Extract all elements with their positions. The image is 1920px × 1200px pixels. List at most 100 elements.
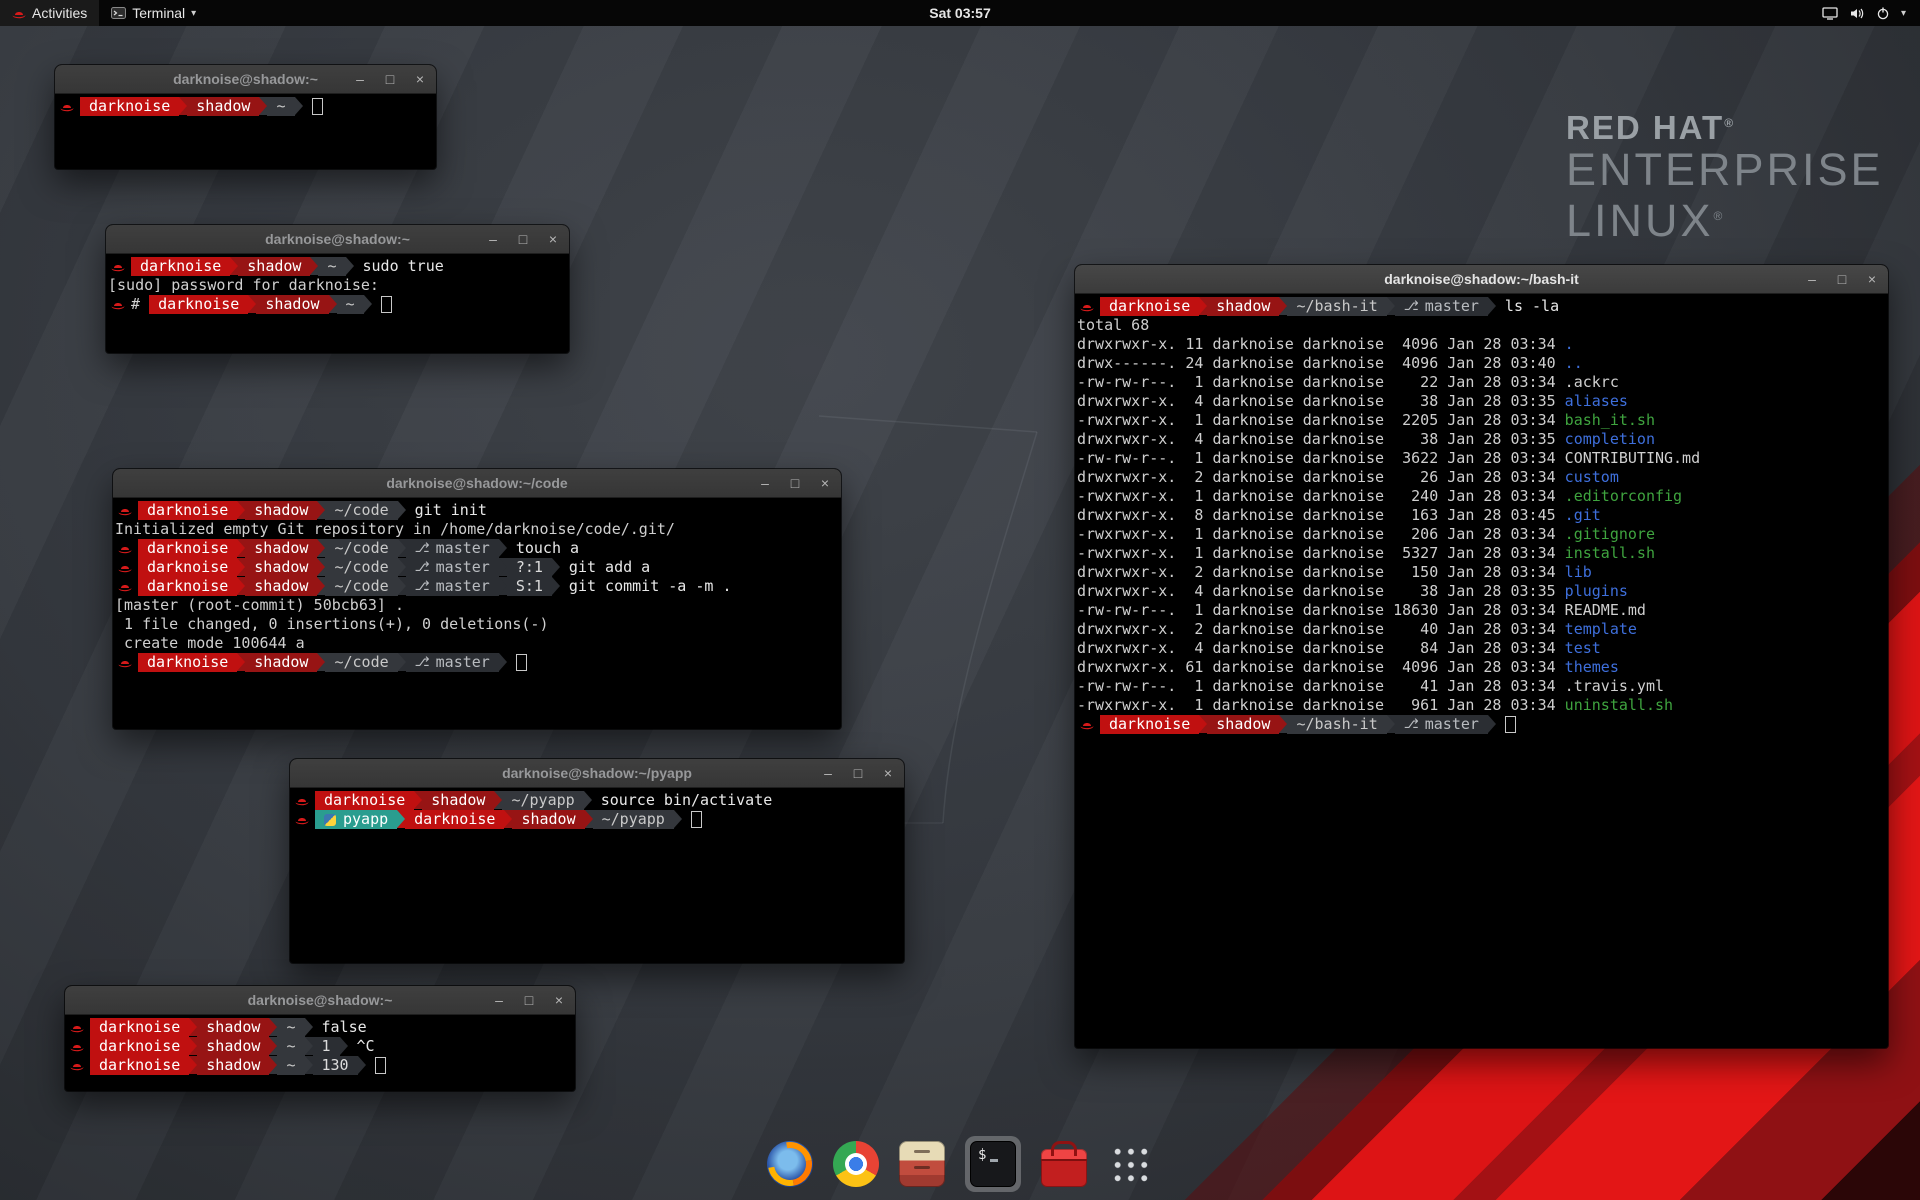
redhat-icon <box>115 501 138 520</box>
terminal-text: create mode 100644 a <box>115 634 305 653</box>
window-title: darknoise@shadow:~ <box>265 231 410 247</box>
window-titlebar[interactable]: darknoise@shadow:~–□× <box>55 65 436 94</box>
powerline-separator-icon <box>552 577 560 595</box>
terminal-cursor <box>516 654 527 671</box>
prompt-user-segment: darknoise <box>80 97 179 116</box>
terminal-body[interactable]: darknoiseshadow~/codegit initInitialized… <box>113 498 841 675</box>
brand-redhat: RED HAT® <box>1566 104 1884 147</box>
window-titlebar[interactable]: darknoise@shadow:~–□× <box>65 986 575 1015</box>
window-titlebar[interactable]: darknoise@shadow:~/code–□× <box>113 469 841 498</box>
prompt-host-segment: shadow <box>197 1037 269 1056</box>
powerline-separator-icon <box>259 97 267 115</box>
minimize-button[interactable]: – <box>353 72 367 86</box>
terminal-app-tile[interactable]: $ <box>965 1136 1021 1192</box>
close-button[interactable]: × <box>818 476 832 490</box>
toolbox-icon[interactable] <box>1041 1149 1087 1187</box>
executable-name: install.sh <box>1565 544 1655 563</box>
window-controls: – □ × <box>1805 265 1879 293</box>
terminal-body[interactable]: darknoiseshadow~sudo true[sudo] password… <box>106 254 569 317</box>
git-branch-icon: ⎇ <box>415 558 430 577</box>
powerline-separator-icon <box>317 558 325 576</box>
terminal-text: drwxrwxr-x. 4 darknoise darknoise 38 Jan… <box>1077 582 1565 601</box>
terminal-cursor <box>375 1057 386 1074</box>
close-button[interactable]: × <box>552 993 566 1007</box>
prompt-user-segment: darknoise <box>149 295 248 314</box>
window-titlebar[interactable]: darknoise@shadow:~/bash-it–□× <box>1075 265 1888 294</box>
powerline-separator-icon <box>305 1056 313 1074</box>
close-button[interactable]: × <box>546 232 560 246</box>
terminal-body[interactable]: darknoiseshadow~/bash-it⎇masterls -latot… <box>1075 294 1888 737</box>
system-status-area[interactable]: ▾ <box>1808 0 1920 26</box>
terminal-text: drwxrwxr-x. 2 darknoise darknoise 26 Jan… <box>1077 468 1565 487</box>
directory-name: .git <box>1565 506 1601 525</box>
maximize-button[interactable]: □ <box>1835 272 1849 286</box>
app-grid-icon[interactable] <box>1110 1144 1150 1184</box>
terminal-line: darknoiseshadow~ <box>57 97 434 116</box>
prompt-status-segment: 130 <box>313 1056 358 1075</box>
maximize-button[interactable]: □ <box>851 766 865 780</box>
powerline-separator-icon <box>364 295 372 313</box>
terminal-line: -rwxrwxr-x. 1 darknoise darknoise 5327 J… <box>1077 544 1886 563</box>
terminal-window-home-1[interactable]: darknoise@shadow:~–□×darknoiseshadow~ <box>55 65 436 169</box>
terminal-body[interactable]: darknoiseshadow~falsedarknoiseshadow~1^C… <box>65 1015 575 1078</box>
maximize-button[interactable]: □ <box>522 993 536 1007</box>
terminal-window-home-exit[interactable]: darknoise@shadow:~–□×darknoiseshadow~fal… <box>65 986 575 1091</box>
terminal-line: # darknoiseshadow~ <box>108 295 567 314</box>
terminal-body[interactable]: darknoiseshadow~ <box>55 94 436 119</box>
activities-button[interactable]: Activities <box>0 0 99 26</box>
maximize-button[interactable]: □ <box>516 232 530 246</box>
maximize-button[interactable]: □ <box>383 72 397 86</box>
powerline-separator-icon <box>397 810 405 828</box>
directory-name: lib <box>1565 563 1592 582</box>
powerline-separator-icon <box>317 501 325 519</box>
prompt-host-segment: shadow <box>197 1056 269 1075</box>
close-button[interactable]: × <box>1865 272 1879 286</box>
terminal-window-home-sudo[interactable]: darknoise@shadow:~ – □ × darknoiseshadow~sud… <box>106 225 569 353</box>
terminal-line: pyappdarknoiseshadow~/pyapp <box>292 810 902 829</box>
minimize-button[interactable]: – <box>492 993 506 1007</box>
prompt-host-segment: shadow <box>245 501 317 520</box>
terminal-text: total 68 <box>1077 316 1149 335</box>
app-menu[interactable]: Terminal ▾ <box>99 0 208 26</box>
git-branch-icon: ⎇ <box>415 653 430 672</box>
terminal-line: -rw-rw-r--. 1 darknoise darknoise 18630 … <box>1077 601 1886 620</box>
powerline-separator-icon <box>398 577 406 595</box>
maximize-button[interactable]: □ <box>788 476 802 490</box>
minimize-button[interactable]: – <box>758 476 772 490</box>
close-button[interactable]: × <box>413 72 427 86</box>
terminal-window-code[interactable]: darknoise@shadow:~/code–□×darknoiseshado… <box>113 469 841 729</box>
caret-down-icon: ▾ <box>191 8 196 19</box>
minimize-button[interactable]: – <box>486 232 500 246</box>
prompt-user-segment: darknoise <box>138 653 237 672</box>
minimize-button[interactable]: – <box>1805 272 1819 286</box>
terminal-text: drwx------. 24 darknoise darknoise 4096 … <box>1077 354 1565 373</box>
terminal-body[interactable]: darknoiseshadow~/pyappsource bin/activat… <box>290 788 904 832</box>
prompt-path-segment: ~/pyapp <box>593 810 674 829</box>
terminal-text: # <box>131 295 149 314</box>
redhat-icon <box>57 97 80 116</box>
minimize-button[interactable]: – <box>821 766 835 780</box>
terminal-line: total 68 <box>1077 316 1886 335</box>
terminal-line: darknoiseshadow~/code⎇master?:1git add a <box>115 558 839 577</box>
file-manager-icon[interactable] <box>899 1141 945 1187</box>
prompt-host-segment: shadow <box>245 653 317 672</box>
terminal-text: drwxrwxr-x. 8 darknoise darknoise 163 Ja… <box>1077 506 1565 525</box>
window-controls: – □ × <box>492 986 566 1014</box>
terminal-app-icon <box>111 7 126 19</box>
terminal-line: darknoiseshadow~/pyappsource bin/activat… <box>292 791 902 810</box>
firefox-icon[interactable] <box>767 1141 813 1187</box>
close-button[interactable]: × <box>881 766 895 780</box>
prompt-user-segment: darknoise <box>90 1056 189 1075</box>
chrome-icon[interactable] <box>833 1141 879 1187</box>
powerline-separator-icon <box>1387 715 1395 733</box>
terminal-window-pyapp[interactable]: darknoise@shadow:~/pyapp–□×darknoiseshad… <box>290 759 904 963</box>
python-icon <box>324 814 336 826</box>
terminal-text: drwxrwxr-x. 4 darknoise darknoise 38 Jan… <box>1077 392 1565 411</box>
powerline-separator-icon <box>237 501 245 519</box>
terminal-window-bash-it[interactable]: darknoise@shadow:~/bash-it–□×darknoisesh… <box>1075 265 1888 1048</box>
window-titlebar[interactable]: darknoise@shadow:~/pyapp–□× <box>290 759 904 788</box>
command-text: git add a <box>560 558 650 577</box>
terminal-line: Initialized empty Git repository in /hom… <box>115 520 839 539</box>
clock[interactable]: Sat 03:57 <box>929 5 990 21</box>
window-titlebar[interactable]: darknoise@shadow:~ – □ × <box>106 225 569 254</box>
